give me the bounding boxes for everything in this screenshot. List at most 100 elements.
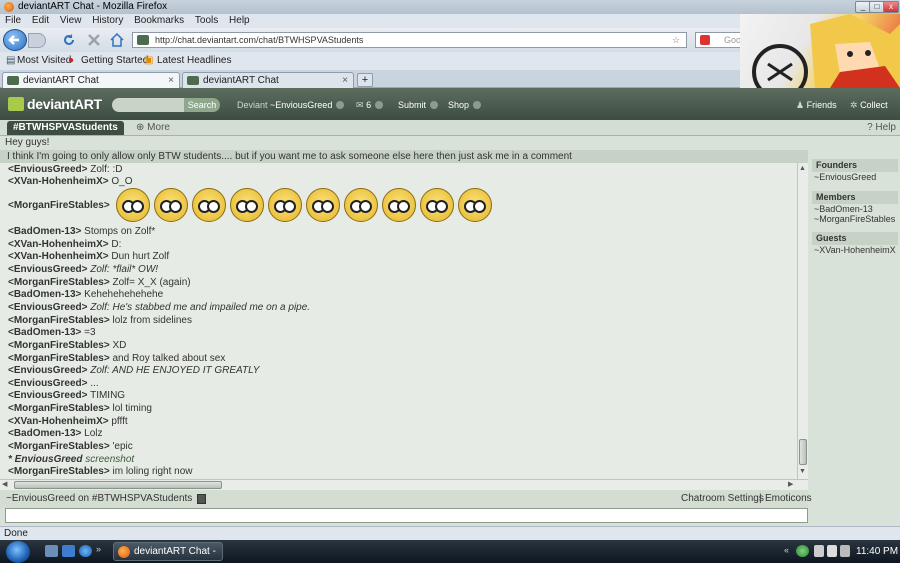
- taskbar-item-label: deviantART Chat - ...: [134, 546, 216, 557]
- network-icon[interactable]: [814, 545, 824, 557]
- member-link[interactable]: ~MorganFireStables: [814, 214, 895, 224]
- scroll-right-arrow-icon[interactable]: ▶: [788, 480, 793, 488]
- message-author[interactable]: <EnviousGreed>: [8, 302, 87, 313]
- deviantart-logo[interactable]: deviantART: [8, 96, 102, 112]
- message-author[interactable]: <MorganFireStables>: [8, 277, 110, 288]
- chat-message: <BadOmen-13> =3: [8, 327, 96, 338]
- tab-label: deviantART Chat: [203, 75, 279, 86]
- switch-windows-icon[interactable]: [62, 545, 75, 557]
- message-author[interactable]: <BadOmen-13>: [8, 327, 81, 338]
- laughing-face-icon: [116, 188, 150, 222]
- quicklaunch-chevron-icon[interactable]: »: [96, 544, 101, 554]
- volume-icon[interactable]: [827, 545, 837, 557]
- message-text: D:: [111, 239, 122, 250]
- message-author[interactable]: <XVan-HohenheimX>: [8, 251, 109, 262]
- scroll-down-arrow-icon[interactable]: ▼: [799, 468, 806, 475]
- stop-icon[interactable]: [87, 33, 101, 47]
- rss-icon: ▣: [144, 55, 154, 66]
- message-author[interactable]: <EnviousGreed>: [8, 164, 87, 175]
- chat-message-input[interactable]: [5, 508, 808, 523]
- menu-bookmarks[interactable]: Bookmarks: [134, 15, 184, 26]
- scrollbar-thumb[interactable]: [799, 439, 807, 465]
- chat-message: <BadOmen-13> Kehehehehehehe: [8, 289, 163, 300]
- user-menu[interactable]: Deviant ~EnviousGreed: [237, 100, 345, 110]
- message-author[interactable]: <MorganFireStables>: [8, 441, 110, 452]
- message-author[interactable]: <XVan-HohenheimX>: [8, 416, 109, 427]
- more-rooms-button[interactable]: ⊕ More: [136, 121, 170, 135]
- message-author[interactable]: <MorganFireStables>: [8, 466, 110, 477]
- chat-vertical-scrollbar[interactable]: ▲ ▼: [797, 163, 808, 479]
- bookmark-most-visited[interactable]: Most Visited: [17, 52, 71, 70]
- message-author[interactable]: * EnviousGreed: [8, 454, 82, 465]
- tray-app-icon[interactable]: [796, 545, 809, 557]
- help-link[interactable]: ? Help: [867, 121, 896, 135]
- scroll-left-arrow-icon[interactable]: ◀: [2, 480, 7, 488]
- close-tab-icon[interactable]: ×: [342, 73, 348, 88]
- submit-menu[interactable]: Submit: [398, 100, 439, 110]
- chat-horizontal-scrollbar[interactable]: ◀ ▶: [0, 479, 808, 490]
- message-author[interactable]: <EnviousGreed>: [8, 390, 87, 401]
- safely-remove-icon[interactable]: [840, 545, 850, 557]
- reload-icon[interactable]: [62, 33, 76, 47]
- messages-menu[interactable]: ✉ 6: [356, 100, 384, 111]
- member-link[interactable]: ~XVan-HohenheimX: [814, 245, 896, 255]
- friends-link[interactable]: ♟ Friends: [796, 100, 837, 111]
- member-link[interactable]: ~EnviousGreed: [814, 172, 876, 182]
- start-button[interactable]: [6, 541, 30, 563]
- menu-help[interactable]: Help: [229, 15, 250, 26]
- tab-inactive[interactable]: deviantART Chat ×: [182, 72, 354, 88]
- menu-edit[interactable]: Edit: [32, 15, 49, 26]
- message-author[interactable]: <MorganFireStables>: [8, 403, 110, 414]
- da-search-button[interactable]: Search: [184, 98, 220, 112]
- star-icon[interactable]: ☆: [672, 33, 680, 47]
- message-author[interactable]: <EnviousGreed>: [8, 378, 87, 389]
- home-icon[interactable]: [110, 32, 124, 47]
- tab-active[interactable]: deviantART Chat ×: [2, 72, 180, 88]
- emoticons-link[interactable]: Emoticons: [765, 490, 812, 508]
- system-clock[interactable]: 11:40 PM: [856, 540, 898, 563]
- chat-message: <MorganFireStables>: [8, 200, 110, 211]
- message-author[interactable]: <BadOmen-13>: [8, 226, 81, 237]
- room-topic: I think I'm going to only allow only BTW…: [0, 150, 808, 163]
- url-field[interactable]: http://chat.deviantart.com/chat/BTWHSPVA…: [132, 32, 687, 48]
- menu-tools[interactable]: Tools: [195, 15, 218, 26]
- bookmark-getting-started[interactable]: Getting Started: [81, 52, 148, 70]
- show-desktop-icon[interactable]: [45, 545, 58, 557]
- member-link[interactable]: ~BadOmen-13: [814, 204, 873, 214]
- message-author[interactable]: <EnviousGreed>: [8, 264, 87, 275]
- window-title: deviantART Chat - Mozilla Firefox: [18, 1, 168, 12]
- new-tab-button[interactable]: +: [357, 73, 373, 87]
- menu-file[interactable]: File: [5, 15, 21, 26]
- room-tab[interactable]: #BTWHSPVAStudents: [7, 121, 124, 135]
- bookmark-latest-headlines[interactable]: Latest Headlines: [157, 52, 232, 70]
- tray-chevron-icon[interactable]: «: [784, 545, 789, 555]
- scroll-up-arrow-icon[interactable]: ▲: [799, 165, 806, 172]
- close-tab-icon[interactable]: ×: [168, 73, 174, 88]
- close-window-button[interactable]: x: [883, 1, 899, 13]
- collect-link[interactable]: ✲ Collect: [850, 100, 888, 111]
- internet-explorer-icon[interactable]: [79, 545, 92, 557]
- message-author[interactable]: <MorganFireStables>: [8, 340, 110, 351]
- back-button[interactable]: [3, 29, 27, 51]
- chatroom-settings-link[interactable]: Chatroom Settings: [681, 490, 764, 508]
- forward-button[interactable]: [28, 33, 46, 48]
- firefox-icon: [118, 546, 130, 558]
- window-toggle-icon[interactable]: [197, 494, 206, 504]
- members-heading: Members: [812, 191, 898, 204]
- message-author[interactable]: <XVan-HohenheimX>: [8, 239, 109, 250]
- message-author[interactable]: <BadOmen-13>: [8, 289, 81, 300]
- taskbar-firefox-item[interactable]: deviantART Chat - ...: [113, 542, 223, 561]
- da-search-input[interactable]: [112, 98, 184, 112]
- shop-menu[interactable]: Shop: [448, 100, 482, 110]
- message-author[interactable]: <MorganFireStables>: [8, 200, 110, 211]
- message-author[interactable]: <MorganFireStables>: [8, 353, 110, 364]
- da-logo-icon: [8, 97, 24, 111]
- chat-message: <XVan-HohenheimX> O_O: [8, 176, 133, 187]
- menu-view[interactable]: View: [60, 15, 82, 26]
- message-author[interactable]: <MorganFireStables>: [8, 315, 110, 326]
- message-author[interactable]: <EnviousGreed>: [8, 365, 87, 376]
- menu-history[interactable]: History: [92, 15, 123, 26]
- message-author[interactable]: <XVan-HohenheimX>: [8, 176, 109, 187]
- scrollbar-thumb[interactable]: [14, 481, 222, 489]
- message-author[interactable]: <BadOmen-13>: [8, 428, 81, 439]
